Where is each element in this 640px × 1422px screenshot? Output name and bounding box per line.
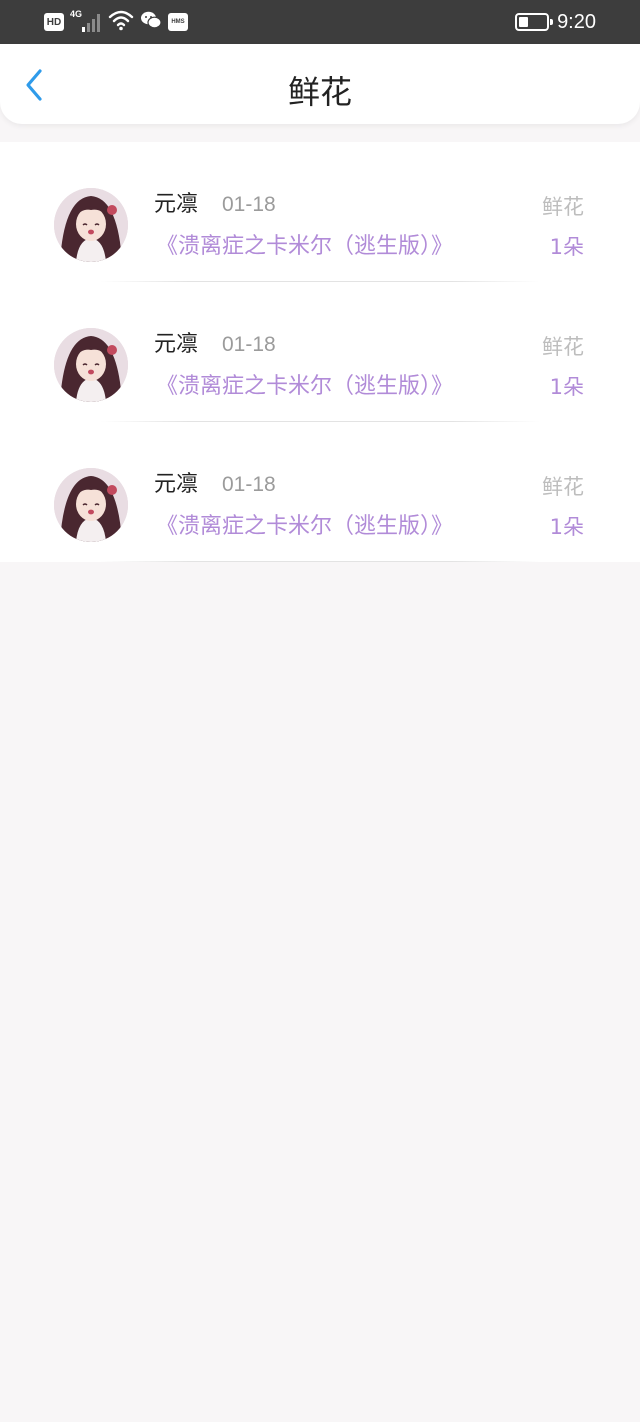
gift-record-list: 元凛 01-18 鲜花 《溃离症之卡米尔（逃生版）》 1朵 元凛 01-18 鲜… (0, 142, 640, 562)
battery-level (519, 17, 529, 27)
avatar[interactable] (54, 328, 128, 402)
gift-record-row[interactable]: 元凛 01-18 鲜花 《溃离症之卡米尔（逃生版）》 1朵 (0, 142, 640, 282)
status-bar-right: 9:20 (515, 9, 596, 35)
gift-count: 1朵 (549, 375, 584, 399)
page-title: 鲜花 (287, 73, 352, 111)
book-title-link[interactable]: 《溃离症之卡米尔（逃生版）》 (156, 372, 453, 402)
gift-date: 01-18 (222, 333, 276, 356)
gift-record-row[interactable]: 元凛 01-18 鲜花 《溃离症之卡米尔（逃生版）》 1朵 (0, 422, 640, 562)
cellular-signal-icon: 4G (70, 9, 102, 34)
row-divider (100, 561, 540, 562)
battery-icon (515, 13, 554, 31)
gift-count: 1朵 (549, 515, 584, 539)
status-bar-left: HD 4G HMS (44, 9, 188, 35)
user-name: 元凛 (154, 332, 199, 357)
book-title-link[interactable]: 《溃离症之卡米尔（逃生版）》 (156, 512, 453, 542)
gift-count: 1朵 (549, 235, 584, 259)
book-title-link[interactable]: 《溃离症之卡米尔（逃生版）》 (156, 232, 453, 262)
gift-type: 鲜花 (542, 335, 584, 359)
avatar[interactable] (54, 188, 128, 262)
avatar[interactable] (54, 468, 128, 542)
gift-date: 01-18 (222, 473, 276, 496)
battery-cap (550, 19, 554, 25)
user-name: 元凛 (154, 472, 199, 497)
wifi-icon (108, 9, 134, 35)
hms-icon: HMS (168, 13, 188, 31)
gift-type: 鲜花 (542, 195, 584, 219)
status-bar: HD 4G HMS 9:20 (0, 0, 640, 44)
status-clock: 9:20 (557, 10, 596, 33)
gift-date: 01-18 (222, 193, 276, 216)
gift-type: 鲜花 (542, 475, 584, 499)
user-name: 元凛 (154, 192, 199, 217)
gift-record-row[interactable]: 元凛 01-18 鲜花 《溃离症之卡米尔（逃生版）》 1朵 (0, 282, 640, 422)
navigation-header: 鲜花 (0, 44, 640, 124)
wechat-icon (140, 10, 162, 34)
hd-icon: HD (44, 13, 64, 31)
